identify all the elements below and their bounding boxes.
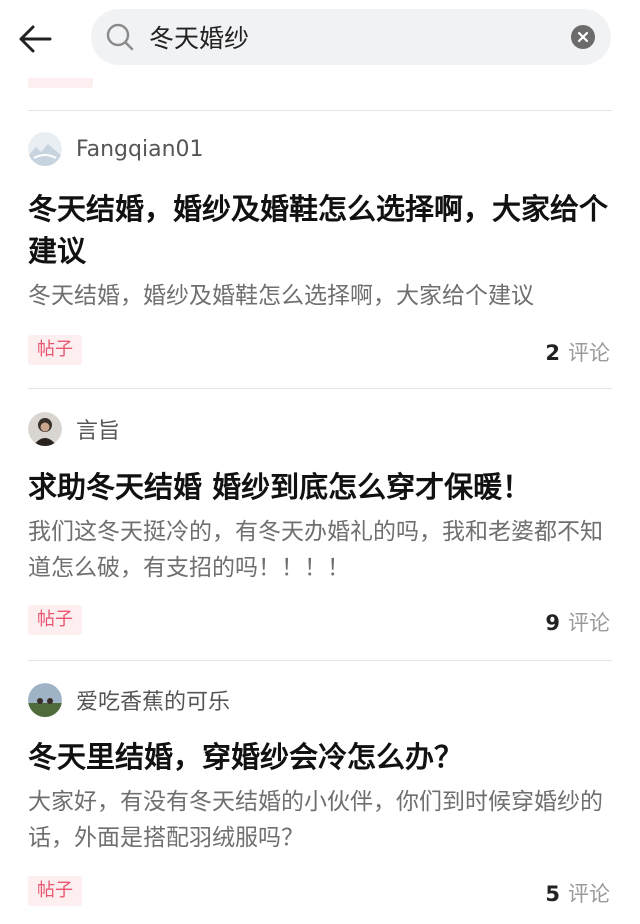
post-author[interactable]: 爱吃香蕉的可乐 (28, 683, 230, 717)
avatar (28, 132, 62, 166)
comment-count: 9 评论 (545, 607, 610, 637)
avatar (28, 683, 62, 717)
search-input[interactable] (149, 17, 549, 57)
post-summary[interactable]: 大家好，有没有冬天结婚的小伙伴，你们到时候穿婚纱的话，外面是搭配羽绒服吗？ (28, 784, 613, 856)
comment-count: 2 评论 (545, 337, 610, 367)
search-bar[interactable] (91, 9, 611, 65)
clear-circle-icon (577, 31, 589, 43)
comment-count: 5 评论 (545, 878, 610, 908)
search-results-page: Fangqian01 冬天结婚，婚纱及婚鞋怎么选择啊，大家给个建议 冬天结婚，婚… (0, 0, 640, 924)
post-type-tag: 帖子 (28, 876, 82, 906)
post-title[interactable]: 求助冬天结婚 婚纱到底怎么穿才保暖！ (28, 466, 613, 508)
post-author[interactable]: 言旨 (28, 412, 120, 446)
author-name: Fangqian01 (76, 136, 204, 162)
post-summary[interactable]: 我们这冬天挺冷的，有冬天办婚礼的吗，我和老婆都不知道怎么破，有支招的吗！！！！ (28, 514, 613, 586)
arrow-left-icon (19, 25, 52, 53)
post-author[interactable]: Fangqian01 (28, 132, 204, 166)
author-name: 言旨 (76, 419, 121, 444)
post-card[interactable]: 爱吃香蕉的可乐 冬天里结婚，穿婚纱会冷怎么办？ 大家好，有没有冬天结婚的小伙伴，… (0, 660, 640, 924)
comment-label: 评论 (568, 341, 610, 365)
avatar (28, 412, 62, 446)
top-bar (0, 0, 640, 78)
comment-number: 2 (545, 341, 560, 365)
comment-label: 评论 (568, 611, 610, 635)
post-summary[interactable]: 冬天结婚，婚纱及婚鞋怎么选择啊，大家给个建议 (28, 278, 613, 314)
back-button[interactable] (14, 18, 56, 60)
post-title[interactable]: 冬天结婚，婚纱及婚鞋怎么选择啊，大家给个建议 (28, 188, 613, 272)
post-type-tag: 帖子 (28, 605, 82, 635)
post-type-tag: 帖子 (28, 335, 82, 365)
author-name: 爱吃香蕉的可乐 (76, 690, 231, 715)
comment-label: 评论 (568, 882, 610, 906)
clear-search-button[interactable] (571, 25, 595, 49)
post-title[interactable]: 冬天里结婚，穿婚纱会冷怎么办？ (28, 736, 613, 778)
post-card[interactable]: Fangqian01 冬天结婚，婚纱及婚鞋怎么选择啊，大家给个建议 冬天结婚，婚… (0, 110, 640, 388)
post-card[interactable]: 言旨 求助冬天结婚 婚纱到底怎么穿才保暖！ 我们这冬天挺冷的，有冬天办婚礼的吗，… (0, 388, 640, 660)
comment-number: 9 (545, 611, 560, 635)
comment-number: 5 (545, 882, 560, 906)
search-icon (106, 23, 134, 51)
